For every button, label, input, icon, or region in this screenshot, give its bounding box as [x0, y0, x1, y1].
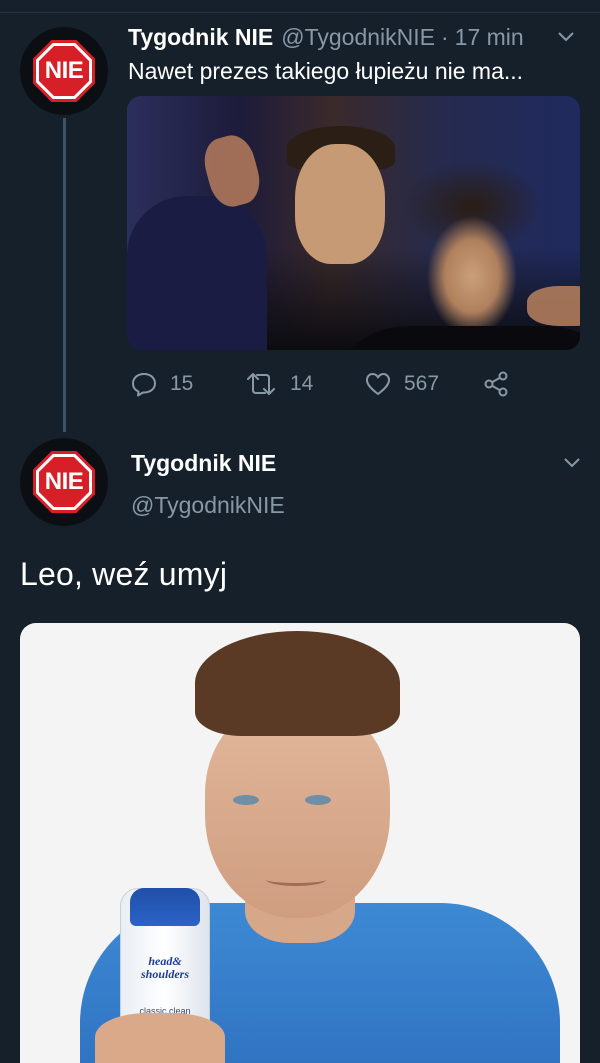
- retweet-icon: [247, 373, 275, 395]
- share-icon: [484, 371, 508, 397]
- chevron-down-icon[interactable]: [556, 27, 576, 47]
- like-count: 567: [404, 372, 440, 395]
- tweet-timestamp[interactable]: 17 min: [455, 24, 524, 51]
- photo-tuxedo: [327, 326, 580, 350]
- retweet-count: 14: [290, 372, 314, 395]
- photo-eye: [233, 795, 259, 805]
- like-icon: [366, 373, 390, 395]
- stop-sign-logo: NIE: [33, 40, 95, 102]
- author-handle[interactable]: @TygodnikNIE: [131, 492, 285, 519]
- chevron-down-icon[interactable]: [562, 453, 582, 473]
- retweet-button[interactable]: 14: [244, 370, 364, 398]
- tweet-text: Leo, weź umyj: [20, 556, 228, 592]
- author-name[interactable]: Tygodnik NIE: [131, 450, 276, 477]
- author-name[interactable]: Tygodnik NIE: [128, 24, 273, 51]
- shampoo-cap: [130, 888, 200, 926]
- tweet-photo[interactable]: head& shoulders classic clean: [20, 623, 580, 1063]
- avatar-logo-text: NIE: [44, 57, 84, 84]
- reply-count: 15: [170, 372, 194, 395]
- thread-connector-line: [63, 118, 66, 432]
- avatar[interactable]: NIE: [20, 27, 108, 115]
- shampoo-brand-label: head& shoulders: [140, 954, 190, 981]
- stop-sign-logo: NIE: [33, 451, 95, 513]
- photo-eye: [305, 795, 331, 805]
- photo-face: [295, 144, 385, 264]
- reply-button[interactable]: 15: [130, 370, 244, 398]
- photo-mouth: [266, 873, 326, 886]
- separator-dot: ·: [441, 23, 449, 50]
- tweet-header: Tygodnik NIE @TygodnikNIE · 17 min: [128, 22, 578, 52]
- reply-icon: [132, 373, 156, 397]
- share-button[interactable]: [482, 370, 522, 398]
- photo-hair: [195, 631, 400, 736]
- top-divider: [0, 0, 600, 13]
- photo-hand-right: [527, 286, 580, 326]
- tweet-actions: 15 14 567: [130, 368, 580, 400]
- avatar[interactable]: NIE: [20, 438, 108, 526]
- avatar-logo-text: NIE: [44, 468, 84, 495]
- tweet-photo[interactable]: [127, 96, 580, 350]
- tweet-text: Nawet prezes takiego łupieżu nie ma...: [128, 58, 524, 84]
- photo-hand: [95, 1013, 225, 1063]
- photo-background-person: [127, 196, 267, 350]
- like-button[interactable]: 567: [364, 370, 482, 398]
- author-handle[interactable]: @TygodnikNIE: [281, 24, 435, 51]
